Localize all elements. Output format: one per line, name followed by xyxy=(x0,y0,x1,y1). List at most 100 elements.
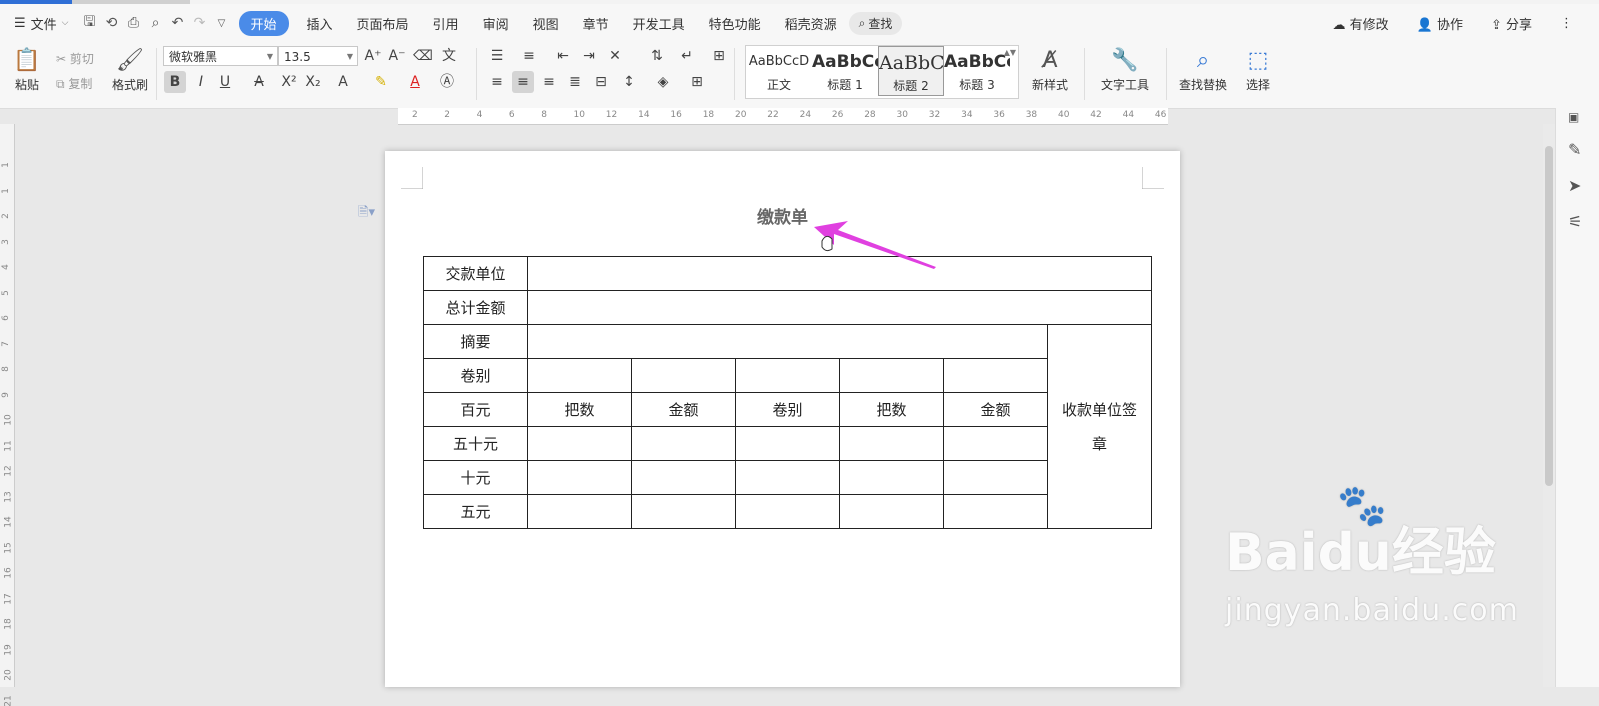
gallery-scroll-icon[interactable]: ▲▼ xyxy=(1004,48,1016,57)
subheader-roll[interactable]: 卷别 xyxy=(735,392,840,427)
share-button[interactable]: ⇪ 分享 xyxy=(1491,14,1546,33)
find-replace-button[interactable]: ⌕ 查找替换 xyxy=(1172,46,1234,93)
phonetic-icon[interactable]: 文 xyxy=(438,45,460,67)
superscript-icon[interactable]: X² xyxy=(278,71,300,93)
tab-docer[interactable]: 稻壳资源 xyxy=(773,14,849,33)
table-cell[interactable] xyxy=(839,460,944,495)
table-cell[interactable] xyxy=(839,494,944,529)
font-size-select[interactable]: 13.5 ▼ xyxy=(278,46,358,66)
label-summary[interactable]: 摘要 xyxy=(423,324,528,359)
table-cell[interactable] xyxy=(943,460,1048,495)
table-cell[interactable] xyxy=(527,494,632,529)
cut-button[interactable]: ✂ 剪切 xyxy=(56,50,94,67)
label-fifty[interactable]: 五十元 xyxy=(423,426,528,461)
text-effect-icon[interactable]: A xyxy=(332,71,354,93)
tab-references[interactable]: 引用 xyxy=(421,14,471,33)
table-cell[interactable] xyxy=(527,460,632,495)
panel-toggle-icon[interactable]: ▣ xyxy=(1568,110,1579,124)
paragraph-icon[interactable]: 🗎▾ xyxy=(358,203,375,225)
table-cell[interactable] xyxy=(839,426,944,461)
table-cell[interactable] xyxy=(943,358,1048,393)
justify-icon[interactable]: ≣ xyxy=(564,71,586,93)
new-style-button[interactable]: A̸ 新样式 xyxy=(1022,46,1078,93)
summary-value-cell[interactable] xyxy=(527,324,1048,359)
label-payer[interactable]: 交款单位 xyxy=(423,256,528,291)
decrease-indent-icon[interactable]: ⇤ xyxy=(552,45,574,67)
select-button[interactable]: ⬚ 选择 xyxy=(1238,46,1278,93)
underline-icon[interactable]: U xyxy=(214,71,236,93)
print-icon[interactable]: ⎙ xyxy=(123,15,145,31)
text-tools-button[interactable]: 🔧 文字工具 xyxy=(1092,46,1158,93)
style-heading-2[interactable]: AaBbC 标题 2 xyxy=(878,46,944,96)
paste-button[interactable]: 📋 粘贴 xyxy=(10,46,44,93)
tab-section[interactable]: 章节 xyxy=(571,14,621,33)
copy-button[interactable]: ⧉ 复制 xyxy=(56,75,92,92)
bullet-list-icon[interactable]: ☰ xyxy=(486,45,508,67)
table-cell[interactable] xyxy=(735,358,840,393)
label-five[interactable]: 五元 xyxy=(423,494,528,529)
table-cell[interactable] xyxy=(735,426,840,461)
table-cell[interactable] xyxy=(943,494,1048,529)
label-total[interactable]: 总计金额 xyxy=(423,290,528,325)
distribute-icon[interactable]: ⊟ xyxy=(590,71,612,93)
table-cell[interactable] xyxy=(631,460,736,495)
tab-review[interactable]: 审阅 xyxy=(471,14,521,33)
show-marks-icon[interactable]: ↵ xyxy=(676,45,698,67)
clear-format-icon[interactable]: ⌫ xyxy=(412,45,434,67)
table-border-icon[interactable]: ⊞ xyxy=(708,45,730,67)
document-page[interactable]: 缴款单 交款单位 总计金额 摘要 收款单位签章 卷别 百元 把数 金额 卷别 把… xyxy=(385,151,1180,687)
subscript-icon[interactable]: X₂ xyxy=(302,71,324,93)
tab-view[interactable]: 视图 xyxy=(521,14,571,33)
bold-icon[interactable]: B xyxy=(164,71,186,93)
subheader-count[interactable]: 把数 xyxy=(839,392,944,427)
number-list-icon[interactable]: ≡ xyxy=(518,45,540,67)
tab-page-layout[interactable]: 页面布局 xyxy=(345,14,421,33)
print-preview-icon[interactable]: ⌕ xyxy=(145,15,167,31)
label-roll[interactable]: 卷别 xyxy=(423,358,528,393)
borders-icon[interactable]: ⊞ xyxy=(686,71,708,93)
table-cell[interactable] xyxy=(735,460,840,495)
font-name-select[interactable]: 微软雅黑 ▼ xyxy=(163,46,278,66)
shading-icon[interactable]: ◈ xyxy=(652,71,674,93)
document-title[interactable]: 缴款单 xyxy=(385,203,1180,228)
horizontal-ruler[interactable]: 2 2 4 6 8 10 12 14 16 18 20 22 24 26 28 30 32 34 36 38 40 42 4… xyxy=(398,108,1168,125)
grow-font-icon[interactable]: A⁺ xyxy=(362,45,384,67)
strikethrough-icon[interactable]: A xyxy=(248,71,270,93)
vertical-scrollbar[interactable] xyxy=(1543,124,1555,687)
table-cell[interactable] xyxy=(631,494,736,529)
align-left-icon[interactable]: ≡ xyxy=(486,71,508,93)
more-icon[interactable]: ⋮ xyxy=(1560,16,1573,31)
collaborate-button[interactable]: 👤 协作 xyxy=(1417,14,1477,33)
format-painter-button[interactable]: 🖌 格式刷 xyxy=(110,46,150,93)
modified-button[interactable]: ☁ 有修改 xyxy=(1332,14,1402,33)
label-ten[interactable]: 十元 xyxy=(423,460,528,495)
font-color-icon[interactable]: A xyxy=(404,71,426,93)
chinese-layout-icon[interactable]: ✕ xyxy=(604,45,626,67)
pointer-icon[interactable]: ➤ xyxy=(1568,176,1581,195)
style-heading-1[interactable]: AaBbCc 标题 1 xyxy=(812,46,878,96)
tab-insert[interactable]: 插入 xyxy=(295,14,345,33)
scrollbar-thumb[interactable] xyxy=(1545,146,1553,486)
highlight-icon[interactable]: ✎ xyxy=(370,71,392,93)
table-cell[interactable] xyxy=(631,358,736,393)
tab-special[interactable]: 特色功能 xyxy=(697,14,773,33)
table-cell[interactable] xyxy=(943,426,1048,461)
table-cell[interactable] xyxy=(735,494,840,529)
align-right-icon[interactable]: ≡ xyxy=(538,71,560,93)
char-border-icon[interactable]: Ⓐ xyxy=(436,71,458,93)
pen-icon[interactable]: ✎ xyxy=(1568,140,1581,159)
total-value-cell[interactable] xyxy=(527,290,1152,325)
subheader-count[interactable]: 把数 xyxy=(527,392,632,427)
subheader-amount[interactable]: 金额 xyxy=(631,392,736,427)
settings-sliders-icon[interactable]: ⚟ xyxy=(1568,212,1582,231)
sort-icon[interactable]: ⇅ xyxy=(646,45,668,67)
tab-home[interactable]: 开始 xyxy=(238,10,289,36)
style-heading-3[interactable]: AaBbCc 标题 3 xyxy=(944,46,1010,96)
tab-developer[interactable]: 开发工具 xyxy=(621,14,697,33)
italic-icon[interactable]: I xyxy=(190,71,212,93)
subheader-amount[interactable]: 金额 xyxy=(943,392,1048,427)
table-cell[interactable] xyxy=(527,426,632,461)
file-menu[interactable]: ☰ 文件 ⌵ xyxy=(0,14,79,33)
table-cell[interactable] xyxy=(631,426,736,461)
redo-icon[interactable]: ↷ xyxy=(189,15,211,31)
